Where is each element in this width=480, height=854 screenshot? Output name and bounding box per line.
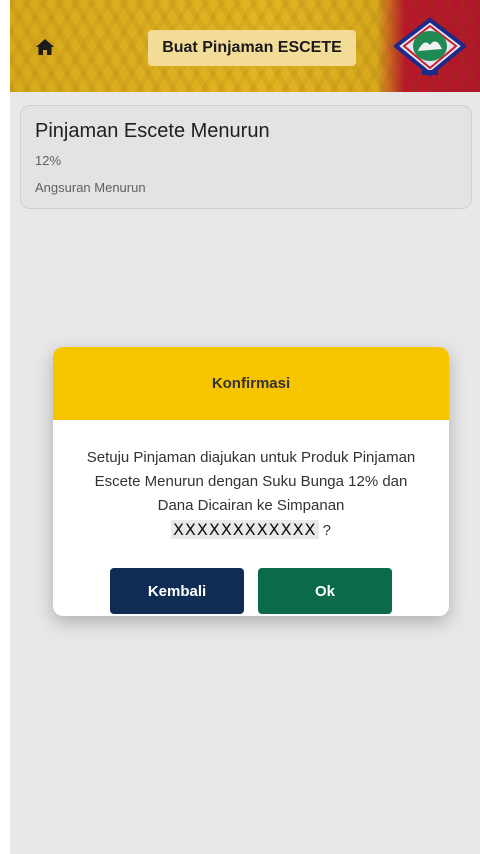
- logo-emblem: [394, 18, 466, 77]
- app-screen: Buat Pinjaman ESCETE Pinjaman Escete Men…: [10, 0, 480, 854]
- account-number: XXXXXXXXXXXX: [170, 520, 319, 539]
- dialog-title: Konfirmasi: [53, 347, 449, 420]
- back-button[interactable]: Kembali: [110, 568, 244, 614]
- app-header: Buat Pinjaman ESCETE: [10, 0, 480, 92]
- dialog-actions: Kembali Ok: [53, 568, 449, 614]
- home-button[interactable]: [28, 30, 62, 64]
- home-icon: [36, 39, 54, 55]
- confirmation-dialog: Konfirmasi Setuju Pinjaman diajukan untu…: [53, 347, 449, 616]
- question-mark: ?: [318, 522, 332, 539]
- ok-button[interactable]: Ok: [258, 568, 392, 614]
- page-title: Buat Pinjaman ESCETE: [148, 30, 356, 66]
- dialog-message-block: Setuju Pinjaman diajukan untuk Produk Pi…: [53, 420, 449, 543]
- dialog-message: Setuju Pinjaman diajukan untuk Produk Pi…: [86, 449, 416, 514]
